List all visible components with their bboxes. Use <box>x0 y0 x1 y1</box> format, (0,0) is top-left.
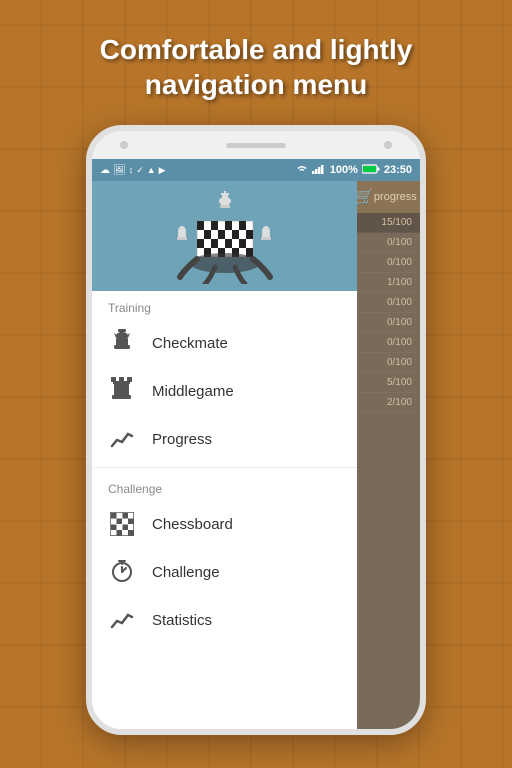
progress-item: 0/100 <box>348 233 420 253</box>
menu-item-chessboard[interactable]: Chessboard <box>92 500 357 548</box>
phone-screen: 🛒 progress 15/100 0/100 0/100 1/100 0/10… <box>92 181 420 729</box>
progress-item: 0/100 <box>348 293 420 313</box>
checkmate-icon <box>108 329 136 357</box>
battery-percent: 100% <box>330 164 358 176</box>
phone-camera-right <box>384 141 392 149</box>
wifi-icon <box>296 164 308 177</box>
progress-item: 0/100 <box>348 353 420 373</box>
checkmate-label: Checkmate <box>152 335 228 352</box>
right-panel: 🛒 progress 15/100 0/100 0/100 1/100 0/10… <box>348 181 420 729</box>
menu-item-progress[interactable]: Progress <box>92 415 357 463</box>
status-icons-left: ☁ 🖼 ↕ ✓ ▲ ▶ <box>100 165 166 176</box>
middlegame-icon <box>108 377 136 405</box>
progress-list: 15/100 0/100 0/100 1/100 0/100 0/100 0/1… <box>348 213 420 413</box>
statistics-label: Statistics <box>152 612 212 629</box>
challenge-label: Challenge <box>152 564 220 581</box>
drawer-header <box>92 181 357 291</box>
header-title: Comfortable and lightly navigation menu <box>20 14 492 112</box>
menu-item-checkmate[interactable]: Checkmate <box>92 319 357 367</box>
phone-top-bar <box>92 131 420 159</box>
progress-item: 15/100 <box>348 213 420 233</box>
phone-speaker <box>226 143 286 148</box>
menu-item-statistics[interactable]: Statistics <box>92 596 357 644</box>
progress-label: progress <box>374 191 417 203</box>
status-right: 100% 23:50 <box>296 164 412 177</box>
divider <box>92 467 357 468</box>
progress-item: 0/100 <box>348 333 420 353</box>
chessboard-label: Chessboard <box>152 516 233 533</box>
middlegame-label: Middlegame <box>152 383 234 400</box>
progress-item: 1/100 <box>348 273 420 293</box>
battery-icon <box>362 164 380 177</box>
progress-item: 2/100 <box>348 393 420 413</box>
cloud-icon: ☁ <box>100 165 110 176</box>
challenge-section-label: Challenge <box>92 472 357 500</box>
menu-item-middlegame[interactable]: Middlegame <box>92 367 357 415</box>
training-section-label: Training <box>92 291 357 319</box>
triangle-icon: ▲ <box>147 165 156 175</box>
image-icon: 🖼 <box>113 165 126 176</box>
progress-item: 5/100 <box>348 373 420 393</box>
check-icon: ✓ <box>136 165 144 176</box>
phone-camera-left <box>120 141 128 149</box>
time: 23:50 <box>384 164 412 176</box>
statistics-icon <box>108 606 136 634</box>
status-bar: ☁ 🖼 ↕ ✓ ▲ ▶ <box>92 159 420 181</box>
chess-logo <box>160 189 290 284</box>
signal-bars <box>312 164 326 177</box>
app-header: Comfortable and lightly navigation menu <box>0 0 512 120</box>
nav-drawer: Training <box>92 181 357 729</box>
progress-item: 0/100 <box>348 313 420 333</box>
menu-item-challenge[interactable]: Challenge <box>92 548 357 596</box>
progress-chart-icon <box>108 425 136 453</box>
progress-item: 0/100 <box>348 253 420 273</box>
challenge-icon <box>108 558 136 586</box>
progress-label-text: Progress <box>152 431 212 448</box>
play-icon: ▶ <box>159 165 166 176</box>
phone-device: ☁ 🖼 ↕ ✓ ▲ ▶ <box>86 125 426 735</box>
chessboard-icon <box>108 510 136 538</box>
right-panel-header: 🛒 progress <box>348 181 420 213</box>
arrow-icon: ↕ <box>129 165 134 175</box>
